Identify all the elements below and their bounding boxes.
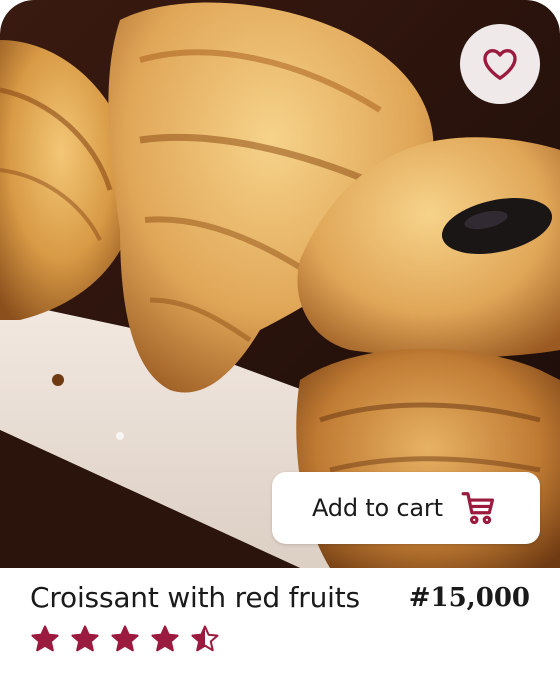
favorite-button[interactable] bbox=[460, 24, 540, 104]
star-rating bbox=[30, 624, 220, 658]
heart-outline-icon bbox=[483, 49, 517, 80]
product-card[interactable]: Add to cart Croissant with red fruits #1… bbox=[0, 0, 560, 682]
shopping-cart-icon bbox=[461, 492, 495, 525]
star-filled-icon bbox=[151, 625, 179, 652]
product-title: Croissant with red fruits bbox=[30, 581, 360, 614]
product-price: #15,000 bbox=[408, 583, 530, 613]
add-to-cart-button[interactable]: Add to cart bbox=[272, 472, 540, 544]
star-filled-icon bbox=[71, 625, 99, 652]
star-filled-icon bbox=[111, 625, 139, 652]
add-to-cart-label: Add to cart bbox=[312, 494, 443, 522]
star-half-icon bbox=[191, 625, 219, 652]
star-filled-icon bbox=[31, 625, 59, 652]
